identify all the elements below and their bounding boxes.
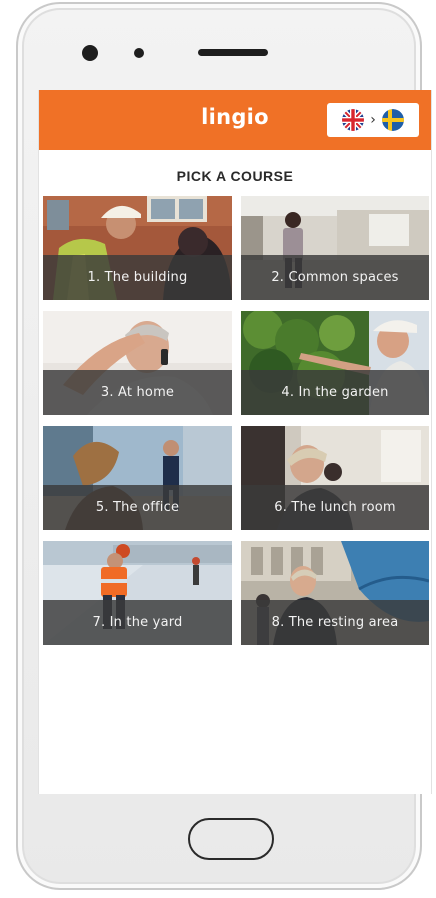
course-grid: 1. The building 2. Common spaces 3. At h… (43, 196, 429, 645)
phone-frame: lingio › PICK A COURSE 1. The building 2… (16, 2, 432, 890)
course-tile-garden[interactable]: 4. In the garden (241, 311, 429, 415)
sensor-icon (134, 48, 144, 58)
course-tile-building[interactable]: 1. The building (43, 196, 232, 300)
sweden-flag-icon (381, 109, 404, 131)
uk-flag-icon (342, 109, 365, 131)
course-label: 2. Common spaces (241, 255, 429, 300)
camera-icon (82, 45, 98, 61)
course-tile-yard[interactable]: 7. In the yard (43, 541, 232, 645)
course-tile-lunch-room[interactable]: 6. The lunch room (241, 426, 429, 530)
course-label: 1. The building (43, 255, 232, 300)
app-screen: lingio › PICK A COURSE 1. The building 2… (38, 90, 432, 794)
page: lingio › PICK A COURSE 1. The building 2… (0, 0, 436, 898)
course-tile-resting-area[interactable]: 8. The resting area (241, 541, 429, 645)
course-label: 3. At home (43, 370, 232, 415)
course-label: 7. In the yard (43, 600, 232, 645)
course-tile-common-spaces[interactable]: 2. Common spaces (241, 196, 429, 300)
language-switch-button[interactable]: › (327, 103, 419, 137)
course-label: 5. The office (43, 485, 232, 530)
phone-bottom-bezel (18, 794, 420, 890)
page-title: PICK A COURSE (176, 168, 294, 184)
phone-top-bezel (18, 4, 420, 90)
course-label: 6. The lunch room (241, 485, 429, 530)
course-tile-at-home[interactable]: 3. At home (43, 311, 232, 415)
course-tile-office[interactable]: 5. The office (43, 426, 232, 530)
course-label: 4. In the garden (241, 370, 429, 415)
language-arrow: › (370, 112, 376, 128)
course-label: 8. The resting area (241, 600, 429, 645)
home-button[interactable] (188, 818, 274, 860)
app-header: lingio › (39, 90, 431, 150)
speaker-icon (198, 49, 268, 56)
